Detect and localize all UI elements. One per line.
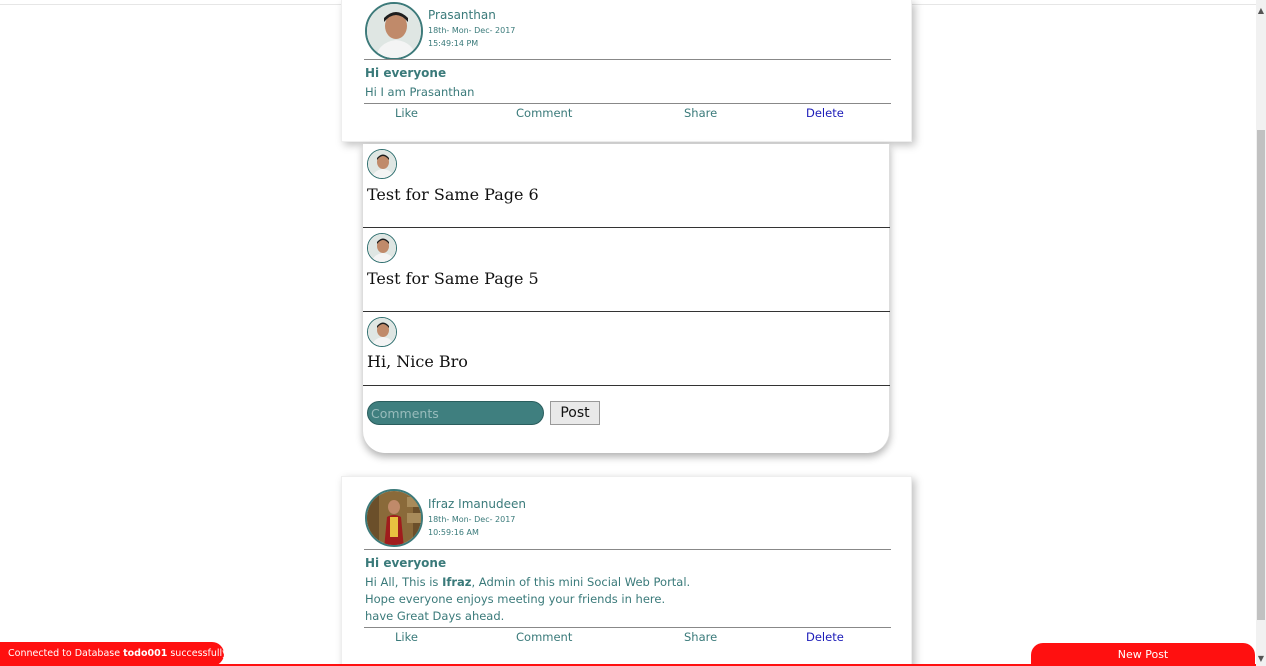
post-comment-button[interactable]: Post <box>550 401 600 425</box>
post-time: 15:49:14 PM <box>428 39 479 48</box>
delete-button[interactable]: Delete <box>806 106 844 120</box>
comment-text: Test for Same Page 6 <box>367 185 539 204</box>
comment-item: Hi, Nice Bro <box>363 312 890 386</box>
vertical-scrollbar[interactable]: ▲ ▼ <box>1256 0 1266 666</box>
post-author-name[interactable]: Prasanthan <box>428 8 496 22</box>
db-status-toast: Connected to Database todo001 successful… <box>0 642 228 666</box>
author-avatar[interactable] <box>365 489 423 547</box>
post-date: 18th- Mon- Dec- 2017 <box>428 515 516 524</box>
db-name: todo001 <box>123 648 168 659</box>
avatar-photo-icon <box>368 234 396 262</box>
comment-text: Test for Same Page 5 <box>367 269 539 288</box>
divider <box>364 103 891 104</box>
post-body-line: Hi All, This is Ifraz, Admin of this min… <box>365 575 691 589</box>
comment-text: Hi, Nice Bro <box>367 352 468 371</box>
divider <box>364 627 891 628</box>
post-title: Hi everyone <box>365 556 447 570</box>
avatar-photo-icon <box>368 318 396 346</box>
post-author-name[interactable]: Ifraz Imanudeen <box>428 497 526 511</box>
comment-item: Test for Same Page 6 <box>363 144 890 228</box>
post-date: 18th- Mon- Dec- 2017 <box>428 26 516 35</box>
comment-item: Test for Same Page 5 <box>363 228 890 312</box>
comment-button[interactable]: Comment <box>516 106 572 120</box>
comment-input[interactable] <box>367 401 544 425</box>
share-button[interactable]: Share <box>684 106 717 120</box>
author-avatar[interactable] <box>365 2 423 60</box>
share-button[interactable]: Share <box>684 630 717 644</box>
comment-button[interactable]: Comment <box>516 630 572 644</box>
post-body-line: have Great Days ahead. <box>365 609 505 623</box>
divider <box>364 59 891 60</box>
post-body-line: Hope everyone enjoys meeting your friend… <box>365 592 666 606</box>
scroll-down-icon[interactable]: ▼ <box>1256 654 1266 664</box>
post-title: Hi everyone <box>365 66 447 80</box>
avatar-photo-icon <box>367 4 421 58</box>
post-time: 10:59:16 AM <box>428 528 479 537</box>
avatar-photo-icon <box>367 491 421 545</box>
commenter-avatar[interactable] <box>367 317 397 347</box>
commenter-avatar[interactable] <box>367 233 397 263</box>
post-body-line: Hi I am Prasanthan <box>365 85 475 99</box>
comments-panel: Test for Same Page 6 Test for Same Page … <box>363 144 890 453</box>
new-post-button[interactable]: New Post <box>1031 643 1255 666</box>
post-card: Prasanthan 18th- Mon- Dec- 2017 15:49:14… <box>341 0 912 142</box>
avatar-photo-icon <box>368 150 396 178</box>
delete-button[interactable]: Delete <box>806 630 844 644</box>
scroll-up-icon[interactable]: ▲ <box>1256 6 1266 16</box>
post-card: Ifraz Imanudeen 18th- Mon- Dec- 2017 10:… <box>341 476 912 666</box>
like-button[interactable]: Like <box>395 630 418 644</box>
commenter-avatar[interactable] <box>367 149 397 179</box>
divider <box>364 549 891 550</box>
admin-name: Ifraz <box>442 575 472 589</box>
scrollbar-thumb[interactable] <box>1257 130 1265 620</box>
like-button[interactable]: Like <box>395 106 418 120</box>
